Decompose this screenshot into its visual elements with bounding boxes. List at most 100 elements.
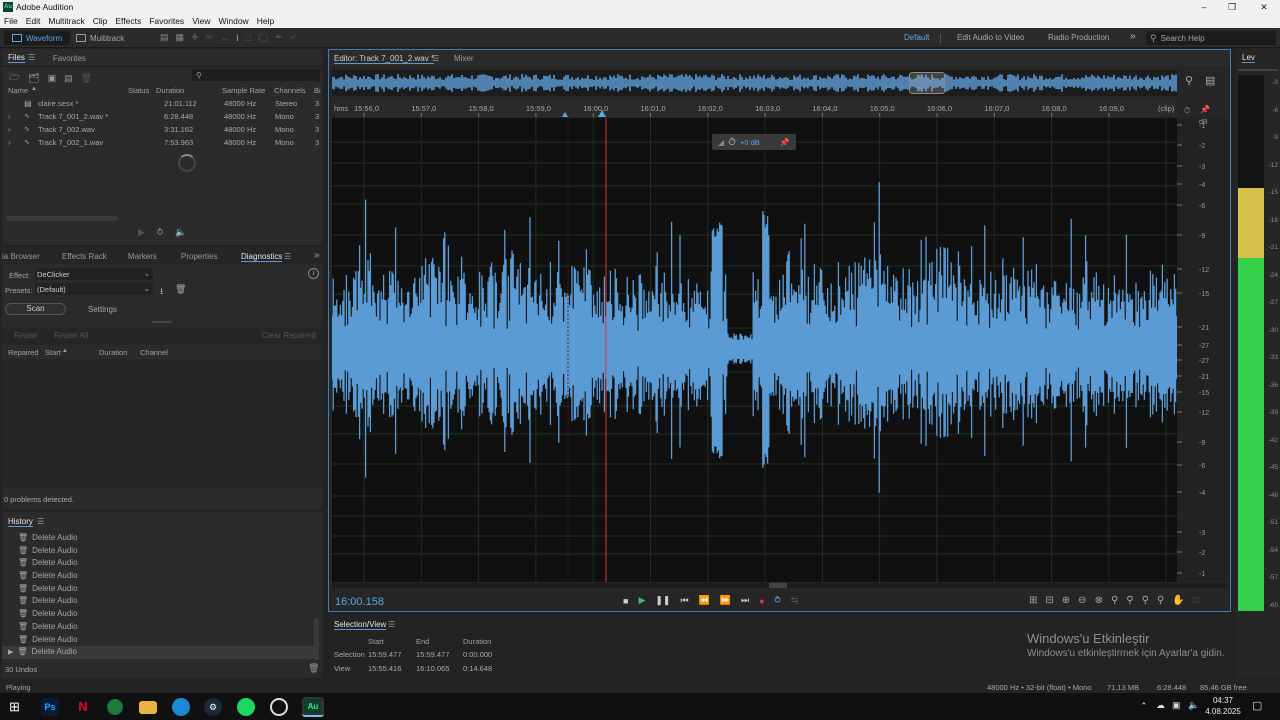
- minimize-button[interactable]: –: [1190, 0, 1218, 14]
- menu-edit[interactable]: Edit: [22, 14, 45, 28]
- overview-view-range[interactable]: [909, 72, 945, 94]
- expand-chevron-icon[interactable]: ›: [8, 125, 11, 134]
- waveform-display[interactable]: ◢ ⏱ +0 dB 📌: [331, 118, 1178, 582]
- notification-icon[interactable]: ▢: [1252, 699, 1262, 712]
- zoom-disabled-icon[interactable]: □: [1193, 595, 1199, 606]
- menu-effects[interactable]: Effects: [111, 14, 145, 28]
- spotify-icon[interactable]: [237, 698, 255, 716]
- import-file-icon[interactable]: 🗂: [28, 73, 39, 84]
- presets-select[interactable]: (Default) ⌄: [35, 283, 153, 295]
- tab-diagnostics[interactable]: Diagnostics: [241, 252, 283, 262]
- app-green-icon[interactable]: [107, 699, 123, 715]
- spectral-display-icon[interactable]: ▤: [160, 32, 169, 43]
- zoom-in-amplitude-icon[interactable]: ⊞: [1029, 595, 1037, 606]
- multitrack-mode-button[interactable]: Multitrack: [76, 31, 124, 45]
- history-item[interactable]: 🗑 Delete Audio: [2, 634, 314, 647]
- file-explorer-icon[interactable]: [139, 701, 157, 714]
- files-horizontal-scrollbar[interactable]: [6, 216, 118, 221]
- zoom-out-time-icon[interactable]: ⊖: [1078, 595, 1086, 606]
- delete-preset-icon[interactable]: 🗑: [175, 284, 186, 295]
- column-duration[interactable]: Duration: [99, 348, 127, 357]
- selection-end-field[interactable]: 15:59.477: [416, 650, 449, 659]
- zoom-to-selection-icon[interactable]: ⚲: [1142, 595, 1149, 606]
- column-channel[interactable]: Channel: [140, 348, 168, 357]
- clear-repaired-button[interactable]: Clear Repaired: [262, 331, 316, 340]
- workspace-default[interactable]: Default: [904, 33, 929, 42]
- zoom-in-time-icon[interactable]: ⊕: [1062, 595, 1070, 606]
- tab-markers[interactable]: Markers: [128, 252, 157, 261]
- expand-chevron-icon[interactable]: ›: [8, 112, 11, 121]
- view-end-field[interactable]: 16:10.065: [416, 664, 449, 673]
- scan-button[interactable]: Scan: [5, 303, 66, 315]
- zoom-out-full-icon[interactable]: ⊗: [1095, 595, 1103, 606]
- menu-window[interactable]: Window: [214, 14, 252, 28]
- column-repaired[interactable]: Repaired: [8, 348, 38, 357]
- clock-date[interactable]: 4.08.2025: [1203, 707, 1243, 716]
- delete-history-icon[interactable]: 🗑: [308, 663, 319, 674]
- pause-button[interactable]: ❚❚: [655, 595, 670, 606]
- file-row[interactable]: › ∿ Track 7_001_2.wav * 6:28.448 48000 H…: [2, 112, 322, 125]
- tab-files[interactable]: Files: [8, 53, 25, 63]
- hud-pin-icon[interactable]: 📌: [780, 138, 790, 147]
- menu-help[interactable]: Help: [253, 14, 278, 28]
- history-panel-menu-icon[interactable]: ☰: [37, 517, 44, 526]
- effect-select[interactable]: DeClicker ⌄: [35, 268, 153, 280]
- waveform-mode-button[interactable]: Waveform: [4, 31, 71, 45]
- tab-favorites[interactable]: Favorites: [53, 54, 86, 63]
- delete-file-icon[interactable]: 🗑: [81, 73, 92, 84]
- tab-media-browser[interactable]: ia Browser: [2, 252, 40, 261]
- preview-loop-icon[interactable]: ⥁: [157, 227, 163, 238]
- tray-cloud-icon[interactable]: ☁: [1156, 700, 1165, 711]
- view-start-field[interactable]: 15:55.416: [368, 664, 401, 673]
- fast-forward-button[interactable]: ⏩: [720, 595, 731, 606]
- zoom-in-at-start-icon[interactable]: ⚲: [1111, 595, 1118, 606]
- workspace-radio-production[interactable]: Radio Production: [1048, 33, 1109, 42]
- settings-button[interactable]: Settings: [88, 305, 117, 314]
- brush-tool-icon[interactable]: ✒: [275, 32, 283, 43]
- panel-resize-handle[interactable]: [152, 321, 172, 323]
- zoom-in-at-end-icon[interactable]: ⚲: [1126, 595, 1133, 606]
- tab-properties[interactable]: Properties: [181, 252, 217, 261]
- zoom-navigator-icon[interactable]: ⚲: [1185, 74, 1193, 87]
- play-button[interactable]: ▶: [638, 595, 645, 606]
- move-to-previous-button[interactable]: ⏮: [680, 595, 688, 606]
- ruler-settings-icon[interactable]: ⏱: [1184, 106, 1190, 116]
- zoom-out-amplitude-icon[interactable]: ⊟: [1045, 595, 1053, 606]
- files-search-input[interactable]: ⚲: [192, 69, 320, 81]
- photoshop-icon[interactable]: Ps: [41, 698, 59, 716]
- history-item[interactable]: 🗑 Delete Audio: [2, 545, 314, 558]
- skip-selection-button[interactable]: ⇆: [791, 595, 799, 606]
- hud-volume[interactable]: ◢ ⏱ +0 dB 📌: [712, 134, 796, 150]
- tab-mixer[interactable]: Mixer: [454, 54, 474, 63]
- razor-tool-icon[interactable]: ✂: [206, 32, 214, 43]
- diagnostics-panel-menu-icon[interactable]: ☰: [284, 252, 291, 261]
- history-item[interactable]: 🗑 Delete Audio: [2, 532, 314, 545]
- column-duration[interactable]: Duration: [156, 86, 184, 95]
- tab-levels[interactable]: Lev: [1242, 53, 1255, 63]
- hud-db-value[interactable]: +0 dB: [740, 138, 760, 147]
- column-status[interactable]: Status: [128, 86, 149, 95]
- menu-clip[interactable]: Clip: [89, 14, 112, 28]
- steam-icon[interactable]: ⚙: [204, 698, 222, 716]
- file-row[interactable]: › ∿ Track 7_002.wav 3:31.162 48000 Hz Mo…: [2, 125, 322, 138]
- audition-taskbar-item[interactable]: Au: [302, 697, 324, 717]
- volume-knob-icon[interactable]: ⏱: [728, 137, 736, 148]
- history-item[interactable]: 🗑 Delete Audio: [2, 557, 314, 570]
- tab-effects-rack[interactable]: Effects Rack: [62, 252, 107, 261]
- edge-browser-icon[interactable]: [172, 698, 190, 716]
- editor-panel-menu-icon[interactable]: ☰: [432, 54, 439, 63]
- move-tool-icon[interactable]: ✚: [191, 32, 199, 43]
- history-item[interactable]: 🗑 Delete Audio: [2, 595, 314, 608]
- waveform-horizontal-scrollbar[interactable]: [332, 583, 1227, 588]
- marquee-tool-icon[interactable]: □: [246, 33, 251, 43]
- volume-icon[interactable]: 🔈: [1188, 700, 1199, 711]
- history-item-current[interactable]: ▶ 🗑 Delete Audio: [2, 646, 314, 659]
- record-button[interactable]: ●: [759, 596, 764, 606]
- clock-time[interactable]: 04:37: [1205, 696, 1241, 705]
- new-file-icon[interactable]: ▣: [48, 73, 57, 84]
- column-name[interactable]: Name: [8, 86, 28, 95]
- insert-multitrack-icon[interactable]: ▤: [64, 73, 73, 84]
- windows-start-icon[interactable]: ⊞: [9, 699, 20, 715]
- tray-chevron-icon[interactable]: ⌃: [1140, 701, 1148, 712]
- history-scrollbar[interactable]: [314, 618, 319, 660]
